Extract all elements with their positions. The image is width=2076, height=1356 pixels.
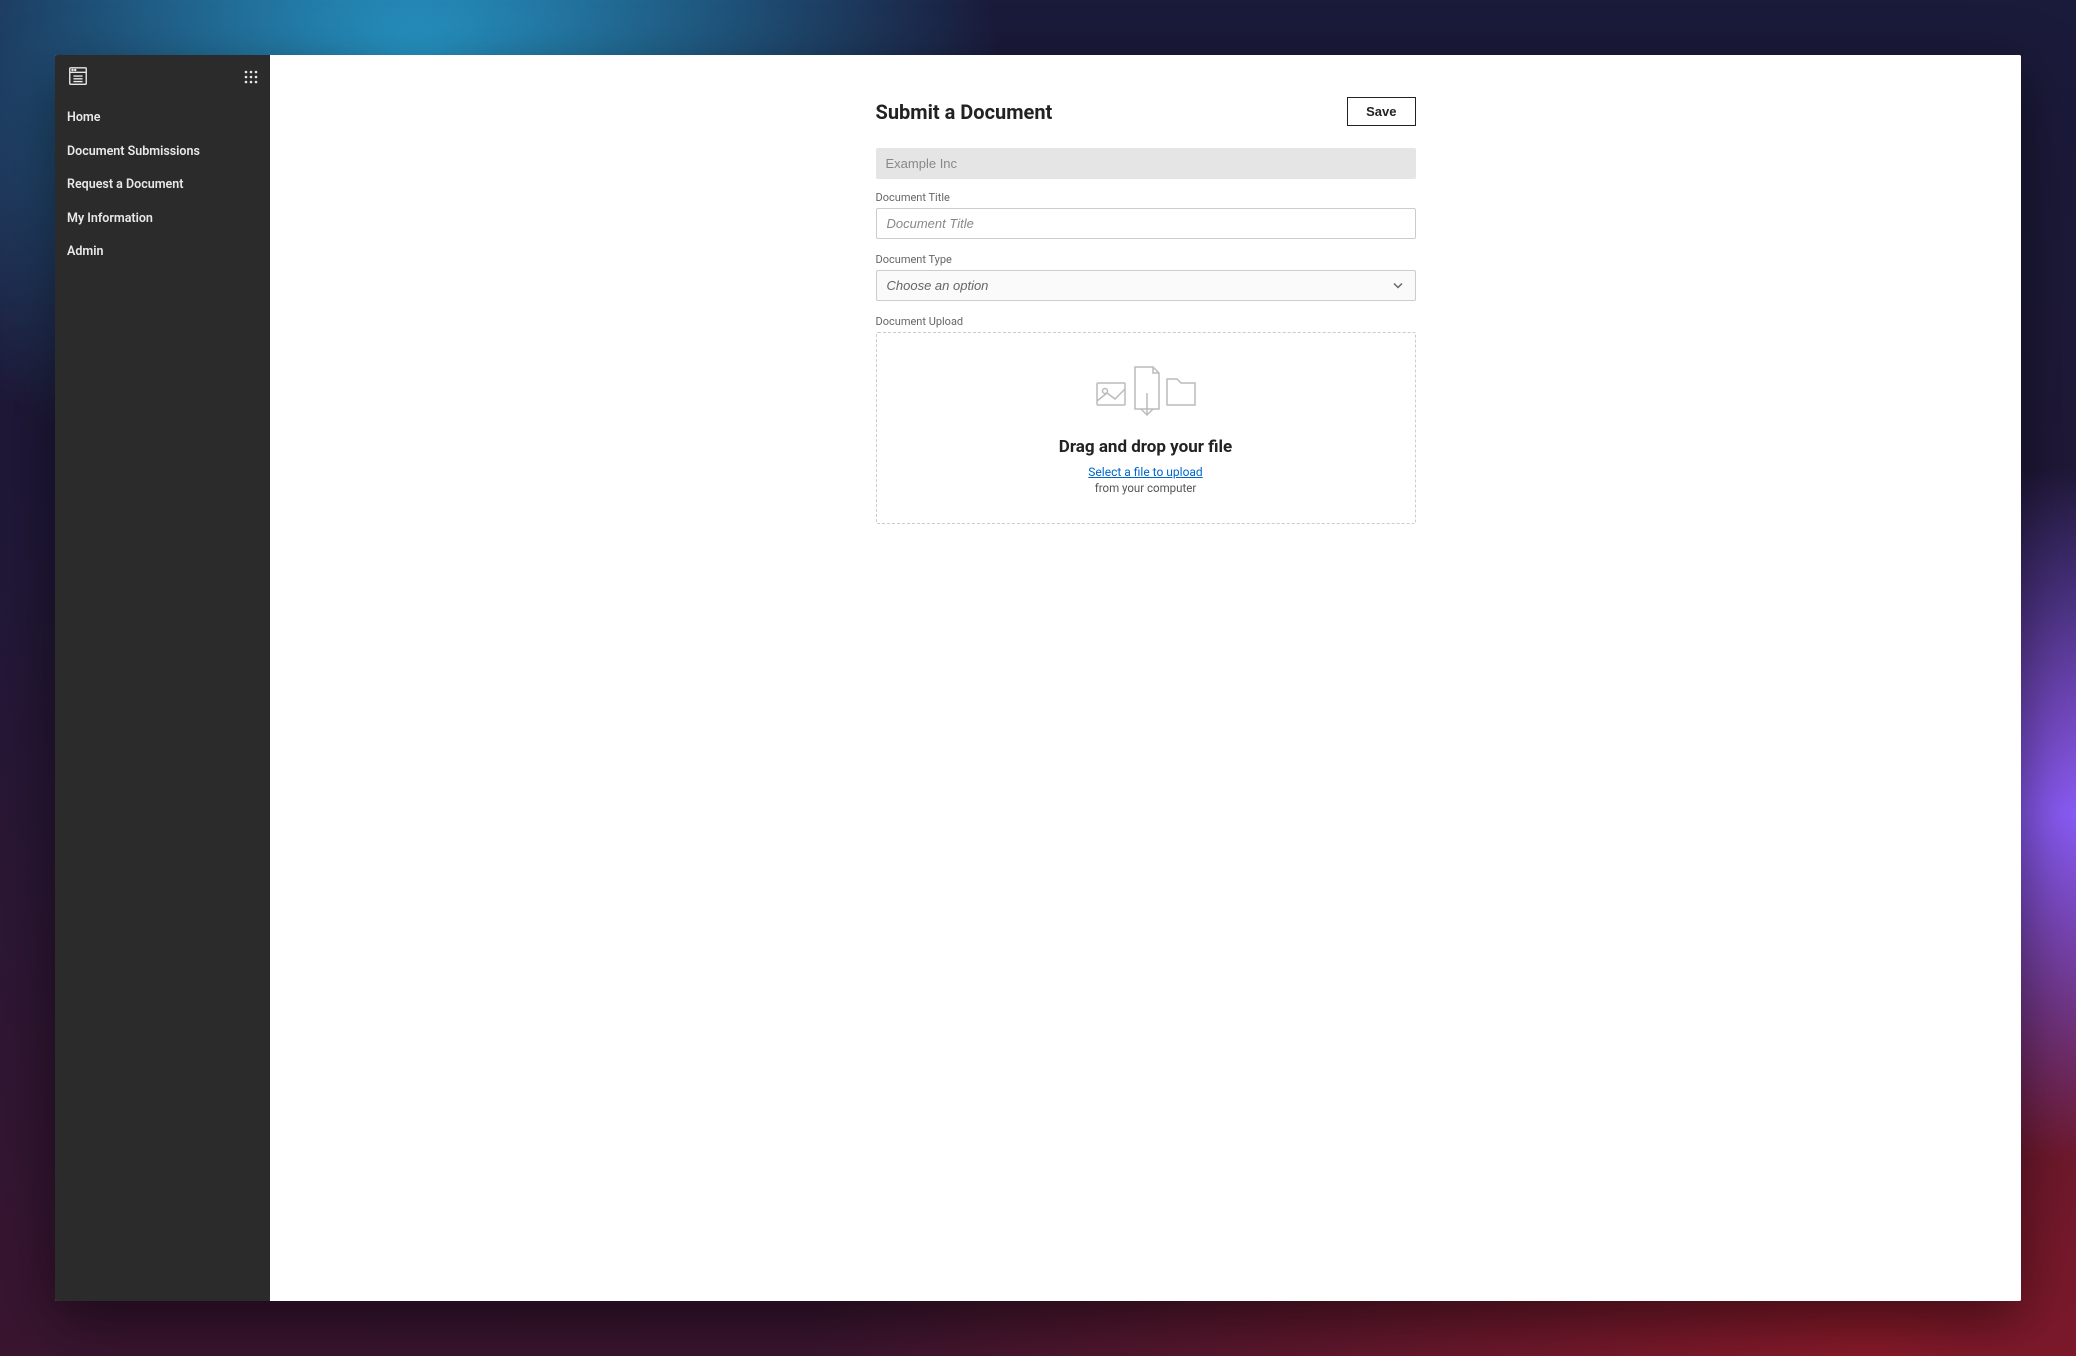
upload-subtext: from your computer — [897, 481, 1395, 495]
document-type-select-wrap: Choose an option — [876, 270, 1416, 301]
page-title: Submit a Document — [876, 100, 1053, 124]
sidebar-item-admin[interactable]: Admin — [55, 235, 270, 269]
form-container: Submit a Document Save Document Title Do… — [876, 97, 1416, 524]
document-type-selected-value: Choose an option — [887, 278, 989, 293]
document-upload-label: Document Upload — [876, 315, 1416, 328]
app-window: Home Document Submissions Request a Docu… — [55, 55, 2021, 1301]
company-field — [876, 148, 1416, 179]
document-type-label: Document Type — [876, 253, 1416, 266]
sidebar: Home Document Submissions Request a Docu… — [55, 55, 270, 1301]
document-upload-dropzone[interactable]: Drag and drop your file Select a file to… — [876, 332, 1416, 524]
header-row: Submit a Document Save — [876, 97, 1416, 126]
document-title-input[interactable] — [876, 208, 1416, 239]
document-type-select[interactable]: Choose an option — [876, 270, 1416, 301]
main-panel: Submit a Document Save Document Title Do… — [270, 55, 2021, 1301]
desktop-background: Home Document Submissions Request a Docu… — [0, 0, 2076, 1356]
sidebar-item-my-information[interactable]: My Information — [55, 202, 270, 236]
sidebar-nav: Home Document Submissions Request a Docu… — [55, 101, 270, 269]
sidebar-top — [55, 55, 270, 101]
app-logo-icon[interactable] — [67, 65, 89, 87]
upload-illustration-icon — [1091, 359, 1201, 423]
sidebar-item-request-document[interactable]: Request a Document — [55, 168, 270, 202]
sidebar-item-home[interactable]: Home — [55, 101, 270, 135]
save-button[interactable]: Save — [1347, 97, 1415, 126]
sidebar-item-document-submissions[interactable]: Document Submissions — [55, 135, 270, 169]
upload-title: Drag and drop your file — [897, 437, 1395, 457]
apps-grid-icon[interactable] — [244, 69, 258, 83]
document-title-label: Document Title — [876, 191, 1416, 204]
select-file-link[interactable]: Select a file to upload — [1088, 465, 1202, 479]
